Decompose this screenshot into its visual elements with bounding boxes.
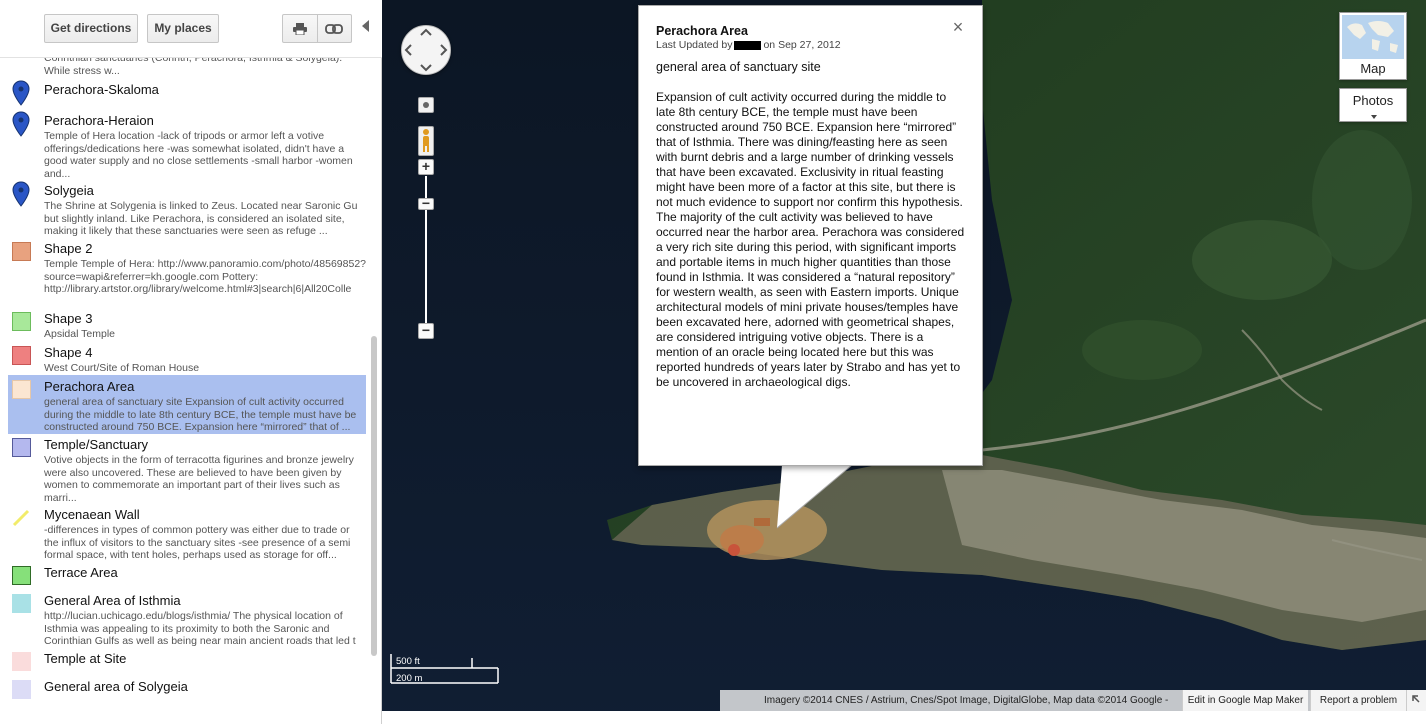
list-item-description: Corinthian sanctuaries (Corinth, Peracho… xyxy=(44,58,343,77)
list-item-title[interactable]: Perachora Area xyxy=(44,379,134,394)
shape-swatch-icon xyxy=(12,438,31,457)
my-places-button[interactable]: My places xyxy=(147,14,219,43)
list-item-title[interactable]: Perachora-Heraion xyxy=(44,113,154,128)
map-canvas[interactable]: + − − Map Photos Perachora Area Last Upd… xyxy=(382,0,1426,724)
list-item-title[interactable]: Shape 4 xyxy=(44,345,92,360)
list-item-title[interactable]: Shape 2 xyxy=(44,241,92,256)
scrollbar-thumb[interactable] xyxy=(371,336,377,656)
list-item-title[interactable]: General Area of Isthmia xyxy=(44,593,181,608)
shape-swatch-icon xyxy=(12,594,31,613)
meta-suffix: on Sep 27, 2012 xyxy=(763,39,841,51)
get-directions-button[interactable]: Get directions xyxy=(44,14,138,43)
list-item[interactable]: Solygeia The Shrine at Solygenia is linke… xyxy=(0,181,370,239)
list-item-description: The Shrine at Solygenia is linked to Zeu… xyxy=(44,200,358,237)
shape-swatch-icon xyxy=(12,312,31,331)
shape-swatch-icon xyxy=(12,566,31,585)
list-item-title[interactable]: General area of Solygeia xyxy=(44,679,188,694)
link-button[interactable] xyxy=(316,15,351,42)
list-item[interactable]: Mycenaean Wall -differences in types of c… xyxy=(0,507,370,563)
shape-swatch-icon xyxy=(12,680,31,699)
print-button[interactable] xyxy=(283,15,317,42)
infowindow-meta: Last Updated by on Sep 27, 2012 xyxy=(656,39,841,51)
collapse-panel-icon[interactable] xyxy=(362,20,369,32)
blue-pin-icon xyxy=(12,111,30,142)
list-item[interactable]: Shape 2 Temple Temple of Hera: http://www… xyxy=(0,241,370,297)
report-problem-link[interactable]: Report a problem xyxy=(1310,690,1406,711)
list-scrollbar[interactable] xyxy=(370,58,378,724)
scale-feet-label: 500 ft xyxy=(396,656,420,667)
list-item[interactable]: Perachora-Heraion Temple of Hera location… xyxy=(0,111,370,180)
close-icon[interactable]: × xyxy=(951,18,965,36)
list-item-title[interactable]: Terrace Area xyxy=(44,565,118,580)
link-icon xyxy=(325,23,344,34)
print-icon xyxy=(292,22,307,35)
shape-swatch-icon xyxy=(12,380,31,399)
bottom-strip xyxy=(382,711,1426,724)
list-item[interactable]: Perachora Area general area of sanctuary … xyxy=(0,375,370,435)
scale-meters-label: 200 m xyxy=(396,673,423,684)
shape-swatch-icon xyxy=(12,346,31,365)
list-item-description: Apsidal Temple xyxy=(44,328,116,340)
list-item-title[interactable]: Mycenaean Wall xyxy=(44,507,140,522)
list-item-description: West Court/Site of Roman House xyxy=(44,362,200,374)
list-item-title[interactable]: Perachora-Skaloma xyxy=(44,82,159,97)
list-item[interactable]: Temple/Sanctuary Votive objects in the fo… xyxy=(0,437,370,504)
list-item-title[interactable]: Temple at Site xyxy=(44,651,126,666)
sidebar: Get directions My places Corinthian sanc… xyxy=(0,0,382,724)
infowindow-summary: general area of sanctuary site xyxy=(656,60,821,74)
blue-pin-icon xyxy=(12,80,30,111)
info-window: Perachora Area Last Updated by on Sep 27,… xyxy=(638,5,983,466)
list-item[interactable]: General area of Solygeia xyxy=(0,679,370,724)
edit-in-map-maker-link[interactable]: Edit in Google Map Maker xyxy=(1182,690,1308,711)
expand-corner-button[interactable] xyxy=(1406,690,1426,711)
list-item[interactable]: General Area of Isthmia http://lucian.uch… xyxy=(0,593,370,649)
meta-prefix: Last Updated by xyxy=(656,39,733,51)
list-item-description: general area of sanctuary site Expansion… xyxy=(44,396,357,433)
arrow-corner-icon xyxy=(1412,695,1420,703)
line-swatch-icon xyxy=(12,507,32,532)
infowindow-title: Perachora Area xyxy=(656,24,748,38)
list-item-description: Temple Temple of Hera: http://www.panora… xyxy=(44,258,366,295)
places-list: Corinthian sanctuaries (Corinth, Peracho… xyxy=(0,58,370,724)
redacted-author xyxy=(734,40,762,50)
shape-swatch-icon xyxy=(12,242,31,261)
blue-pin-icon xyxy=(12,181,30,212)
list-item-title[interactable]: Temple/Sanctuary xyxy=(44,437,148,452)
list-item-title[interactable]: Shape 3 xyxy=(44,311,92,326)
sidebar-toolbar: Get directions My places xyxy=(0,0,382,58)
share-button-group xyxy=(282,14,352,43)
list-item-description: Temple of Hera location -lack of tripods… xyxy=(44,130,353,180)
attribution-text: Imagery ©2014 CNES / Astrium, Cnes/Spot … xyxy=(764,695,1169,706)
infowindow-body: Expansion of cult activity occurred duri… xyxy=(656,90,965,389)
list-item-description: Votive objects in the form of terracotta… xyxy=(44,454,354,504)
list-item-title[interactable]: Solygeia xyxy=(44,183,94,198)
list-item-description: -differences in types of common pottery … xyxy=(44,524,351,561)
list-item-description: http://lucian.uchicago.edu/blogs/isthmia… xyxy=(44,610,356,647)
shape-swatch-icon xyxy=(12,652,31,671)
scale-bar: 500 ft 200 m xyxy=(390,654,502,689)
